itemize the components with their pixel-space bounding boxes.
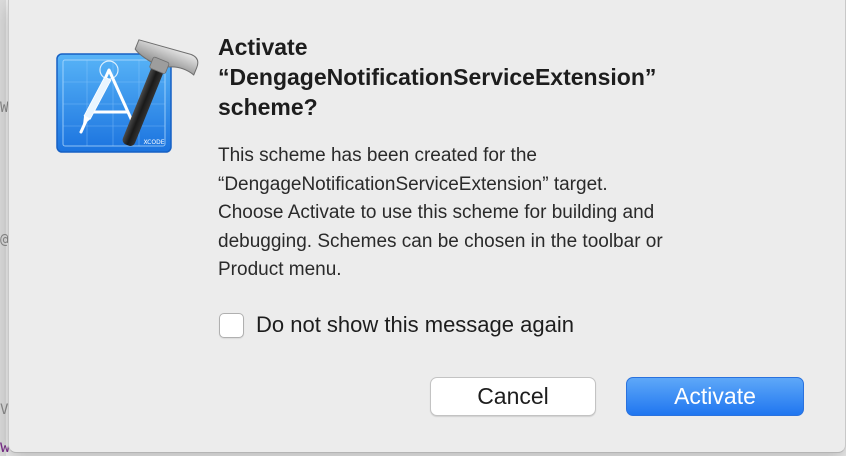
- cancel-button[interactable]: Cancel: [430, 377, 596, 416]
- suppress-message-label[interactable]: Do not show this message again: [256, 312, 574, 338]
- message-line: This scheme has been created for the: [218, 145, 537, 166]
- title-line: Activate: [218, 34, 308, 60]
- title-line: “DengageNotificationServiceExtension”: [218, 64, 657, 90]
- message-line: Product menu.: [218, 259, 342, 280]
- svg-text:XCODE: XCODE: [144, 139, 165, 146]
- activate-scheme-dialog: XCODE Activate “DengageNotificationServi…: [8, 0, 846, 453]
- message-line: Choose Activate to use this scheme for b…: [218, 202, 655, 223]
- suppress-message-option[interactable]: Do not show this message again: [219, 309, 574, 341]
- activate-button[interactable]: Activate: [626, 377, 804, 416]
- background-glyph: @: [0, 232, 9, 248]
- background-sidebar-edge: [0, 0, 6, 456]
- dialog-title: Activate “DengageNotificationServiceExte…: [218, 32, 818, 122]
- xcode-app-icon: XCODE: [56, 39, 199, 153]
- message-line: “DengageNotificationServiceExtension” ta…: [218, 173, 608, 195]
- dialog-message: This scheme has been created for the “De…: [218, 142, 818, 285]
- background-glyph: W: [0, 100, 9, 116]
- background-glyph: V: [0, 402, 9, 418]
- title-line: scheme?: [218, 94, 318, 120]
- message-line: debugging. Schemes can be chosen in the …: [218, 230, 663, 252]
- suppress-message-checkbox[interactable]: [219, 312, 244, 338]
